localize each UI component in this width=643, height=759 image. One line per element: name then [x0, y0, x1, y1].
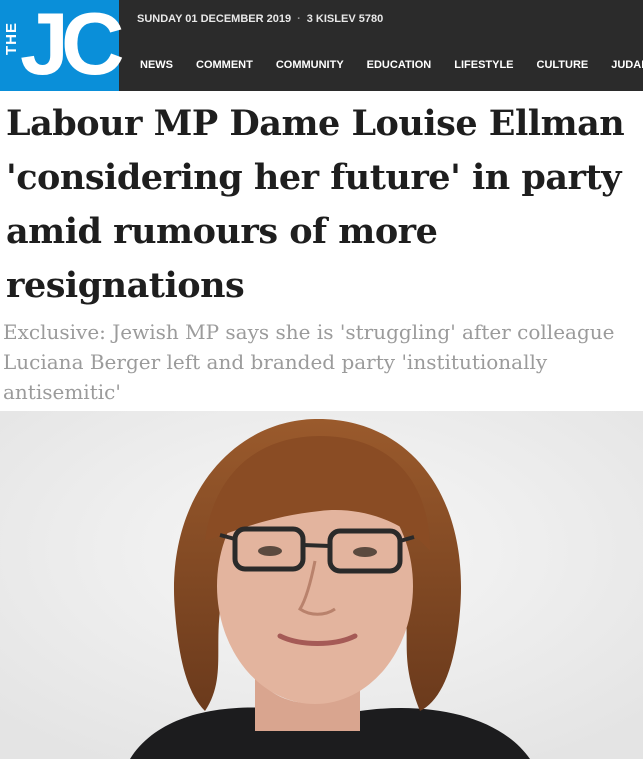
logo-jc-text: JC [20, 0, 124, 93]
article-headline: Labour MP Dame Louise Ellman 'considerin… [6, 103, 625, 306]
logo-the-text: THE [3, 22, 20, 55]
hebrew-date-text: 3 KISLEV 5780 [306, 13, 384, 25]
nav-community[interactable]: COMMUNITY [276, 59, 344, 75]
nav-culture[interactable]: CULTURE [537, 59, 589, 75]
article-photo [0, 411, 643, 759]
nav-lifestyle[interactable]: LIFESTYLE [454, 59, 513, 75]
article-standfirst: Exclusive: Jewish MP says she is 'strugg… [3, 320, 615, 404]
nav-comment[interactable]: COMMENT [196, 59, 253, 75]
main-nav: NEWS COMMENT COMMUNITY EDUCATION LIFESTY… [140, 59, 643, 75]
date-separator: · [297, 13, 301, 25]
jc-logo[interactable]: THE JC [0, 0, 124, 93]
nav-judaism[interactable]: JUDAIS [611, 59, 643, 75]
site-header: THE JC SUNDAY 01 DECEMBER 2019 · 3 KISLEV … [0, 0, 643, 93]
portrait-image [0, 411, 643, 759]
date-text: SUNDAY 01 DECEMBER 2019 [137, 13, 292, 25]
nav-education[interactable]: EDUCATION [367, 59, 432, 75]
dateline: SUNDAY 01 DECEMBER 2019 · 3 KISLEV 5780 [137, 13, 383, 25]
nav-news[interactable]: NEWS [140, 59, 173, 75]
